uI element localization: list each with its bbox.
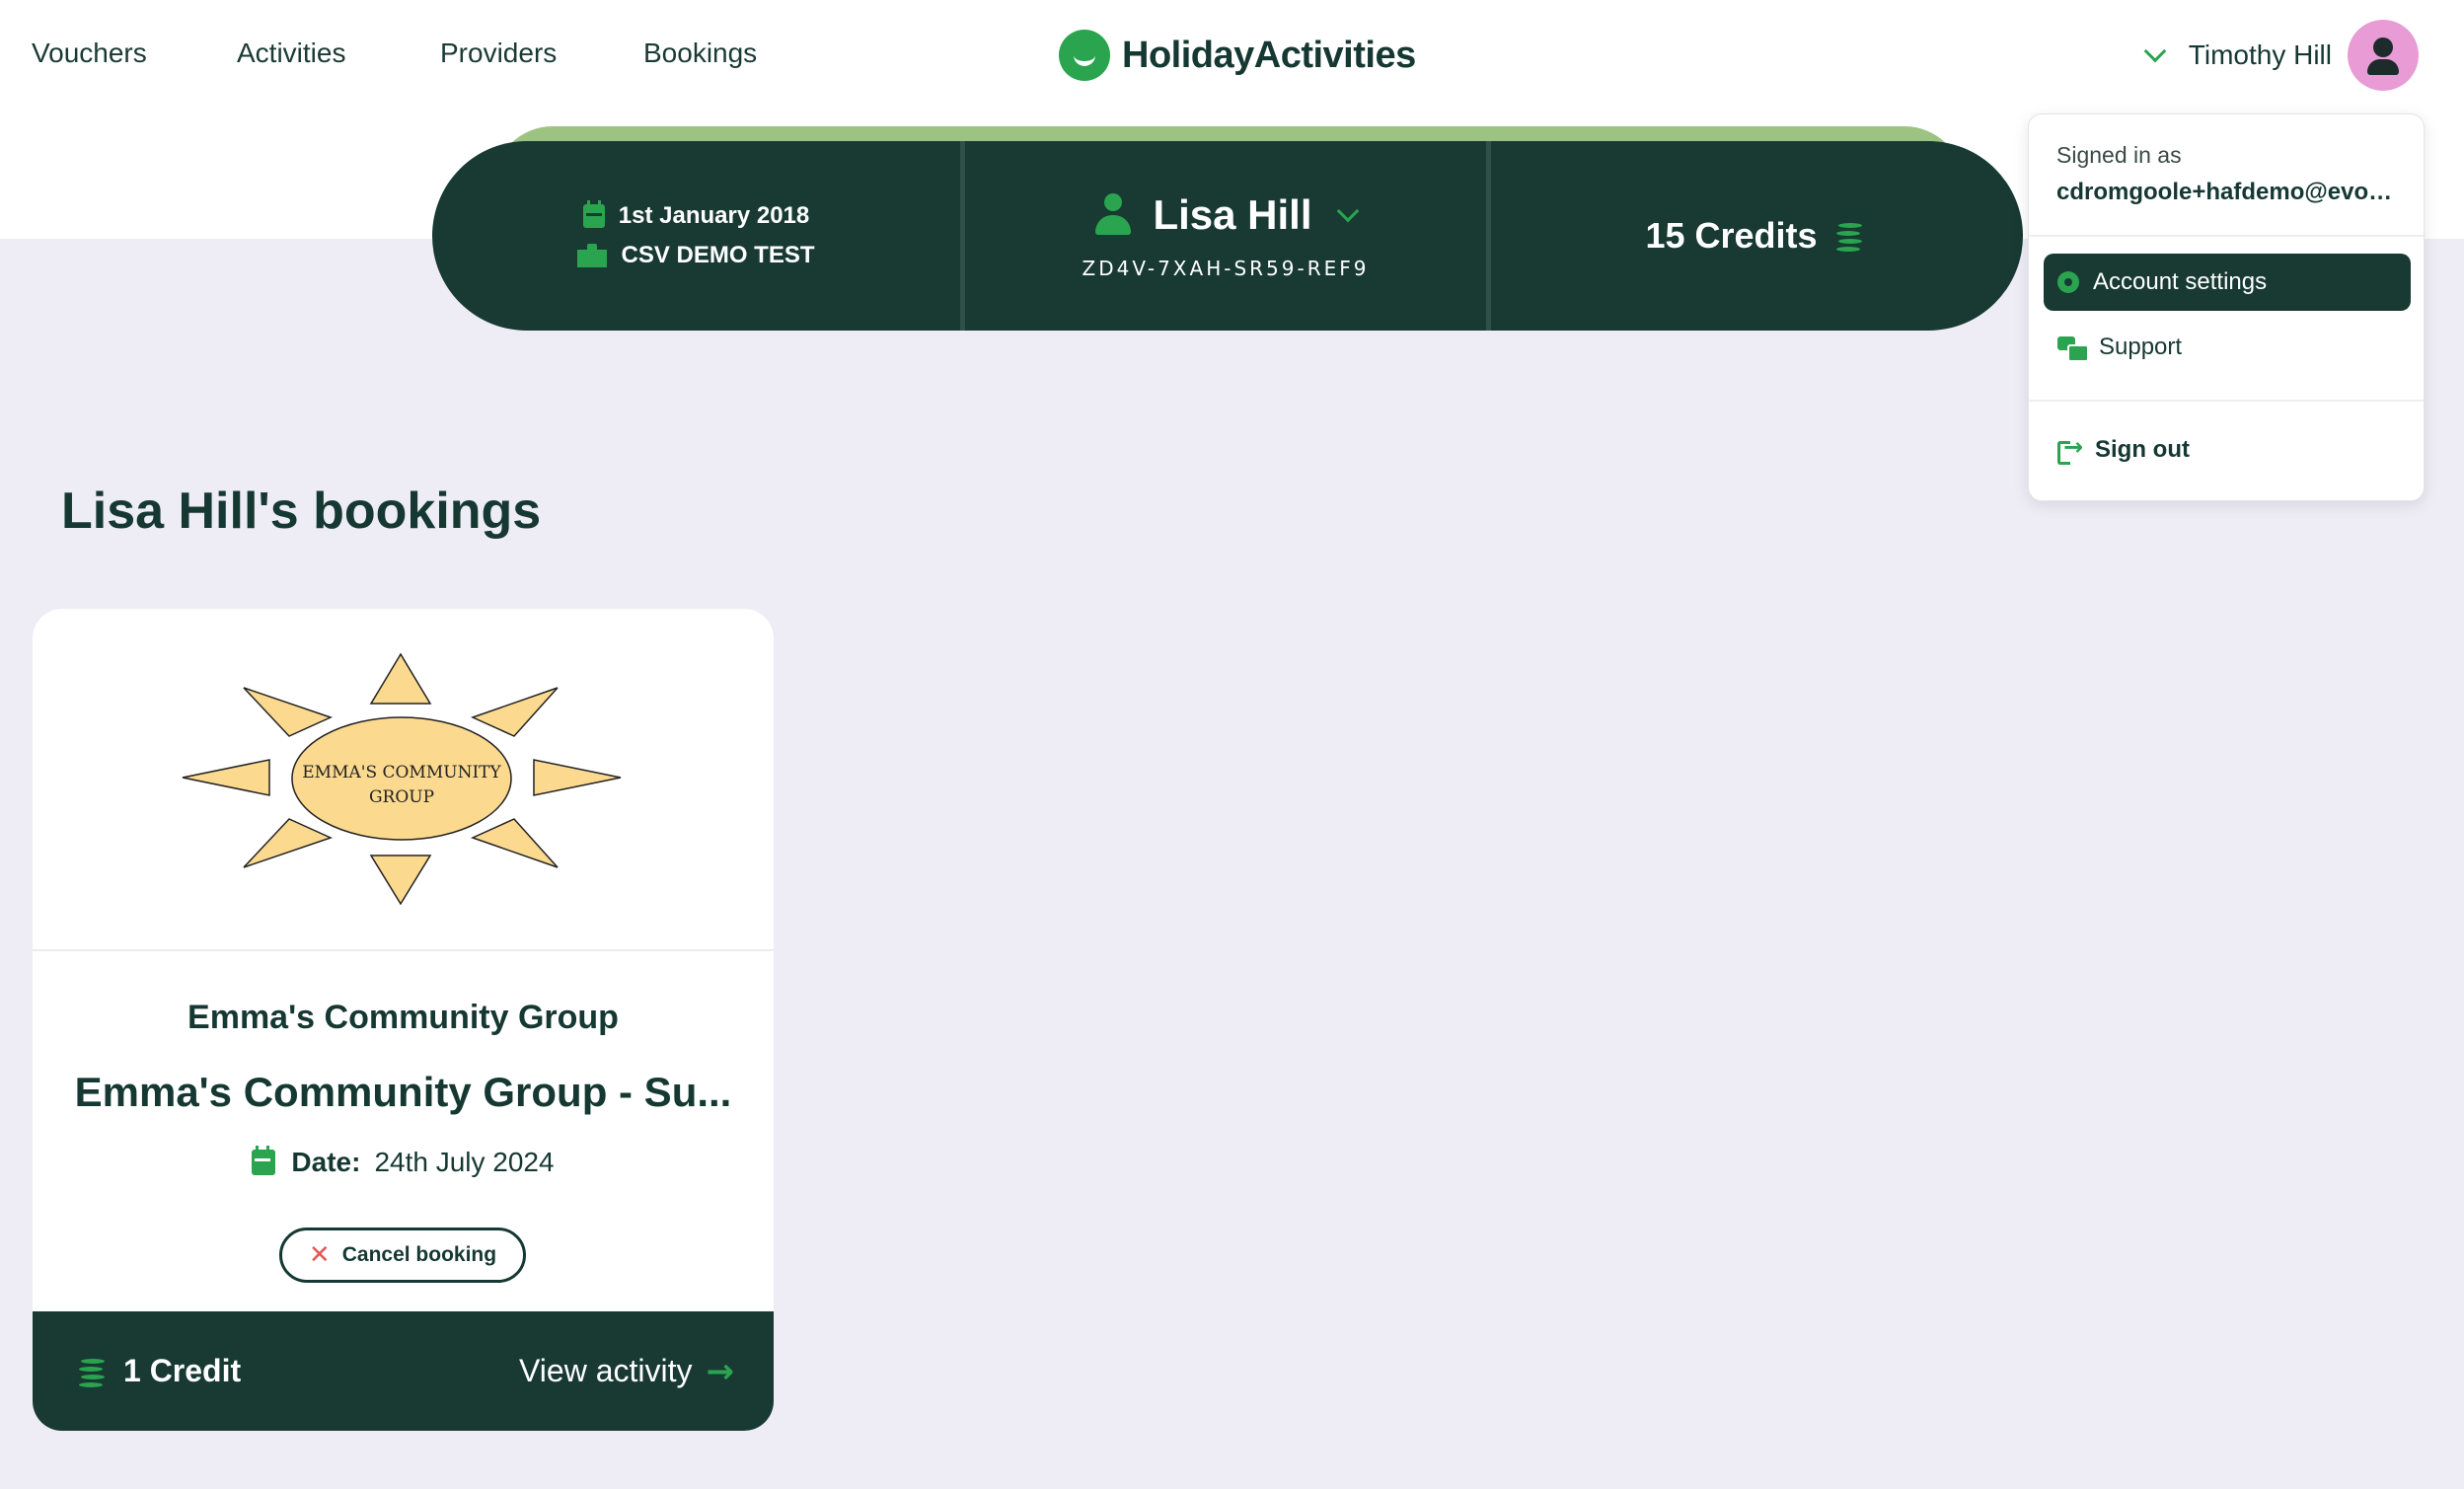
cancel-booking-label: Cancel booking — [341, 1243, 497, 1266]
activity-title: Emma's Community Group - Su... — [74, 1069, 732, 1115]
page-title: Lisa Hill's bookings — [61, 483, 542, 540]
chevron-down-icon — [2143, 39, 2167, 63]
nav-link-activities[interactable]: Activities — [237, 37, 345, 69]
smile-logo-icon — [1059, 30, 1110, 81]
child-summary-bar: 1st January 2018 CSV DEMO TEST Lisa Hill… — [432, 141, 2023, 331]
school-name: CSV DEMO TEST — [621, 242, 815, 268]
user-name: Timothy Hill — [2188, 39, 2332, 70]
cancel-booking-button[interactable]: ✕ Cancel booking — [279, 1228, 526, 1283]
menu-item-label: Sign out — [2095, 436, 2190, 463]
credit-cost-label: 1 Credit — [123, 1353, 242, 1388]
calendar-icon — [252, 1146, 276, 1175]
school-icon — [577, 244, 608, 267]
date-label: Date: — [291, 1147, 361, 1177]
support-chat-icon — [2057, 336, 2089, 362]
avatar-person-icon — [2373, 37, 2393, 57]
gear-icon — [2057, 271, 2079, 293]
logo-text-line1: EMMA'S COMMUNITY — [302, 763, 501, 782]
credit-cost: 1 Credit — [74, 1353, 241, 1390]
coins-icon — [1831, 217, 1869, 255]
menu-item-label: Account settings — [2093, 268, 2268, 295]
provider-logo-image: EMMA'S COMMUNITY GROUP — [33, 609, 774, 951]
date-value: 24th July 2024 — [374, 1147, 555, 1177]
person-icon — [1095, 193, 1132, 237]
close-icon: ✕ — [308, 1240, 331, 1270]
signed-in-email: cdromgoole+hafdemo@evou... — [2056, 179, 2402, 205]
booking-card: EMMA'S COMMUNITY GROUP Emma's Community … — [33, 609, 774, 1431]
calendar-icon — [582, 200, 605, 228]
provider-name: Emma's Community Group — [187, 999, 619, 1036]
avatar[interactable] — [2348, 20, 2419, 91]
logo-text: HolidayActivities — [1122, 34, 1416, 76]
booking-date: Date: 24th July 2024 — [33, 1146, 774, 1178]
view-activity-link[interactable]: View activity → — [519, 1352, 734, 1391]
voucher-date: 1st January 2018 — [618, 202, 810, 229]
nav-link-vouchers[interactable]: Vouchers — [32, 37, 147, 69]
nav-link-providers[interactable]: Providers — [440, 37, 557, 69]
voucher-meta: 1st January 2018 CSV DEMO TEST — [432, 141, 960, 331]
divider — [2029, 235, 2424, 237]
credits-balance: 15 Credits — [1491, 141, 2023, 331]
divider — [2029, 400, 2424, 402]
menu-item-label: Support — [2099, 334, 2183, 360]
child-name: Lisa Hill — [1153, 191, 1312, 238]
card-footer: 1 Credit View activity → — [33, 1311, 774, 1431]
nav-link-bookings[interactable]: Bookings — [643, 37, 757, 69]
view-activity-label: View activity — [519, 1353, 693, 1388]
chevron-down-icon[interactable] — [1336, 199, 1359, 223]
voucher-code: ZD4V-7XAH-SR59-REF9 — [1082, 257, 1370, 280]
coins-icon — [74, 1353, 112, 1390]
credits-count: 15 Credits — [1645, 215, 1818, 256]
logo-text-line2: GROUP — [369, 787, 434, 807]
site-logo[interactable]: HolidayActivities — [1059, 30, 1416, 81]
sign-out-icon — [2057, 433, 2083, 465]
menu-item-sign-out[interactable]: Sign out — [2044, 421, 2411, 479]
menu-item-support[interactable]: Support — [2044, 319, 2411, 376]
top-nav: Vouchers Activities Providers Bookings H… — [0, 0, 2464, 113]
menu-item-account-settings[interactable]: Account settings — [2044, 254, 2411, 311]
signed-in-label: Signed in as — [2056, 142, 2182, 168]
child-selector[interactable]: Lisa Hill ZD4V-7XAH-SR59-REF9 — [960, 141, 1491, 331]
user-menu-toggle[interactable]: Timothy Hill — [2143, 20, 2419, 91]
user-dropdown-menu: Signed in as cdromgoole+hafdemo@evou... … — [2028, 113, 2425, 501]
arrow-right-icon: → — [706, 1351, 735, 1391]
